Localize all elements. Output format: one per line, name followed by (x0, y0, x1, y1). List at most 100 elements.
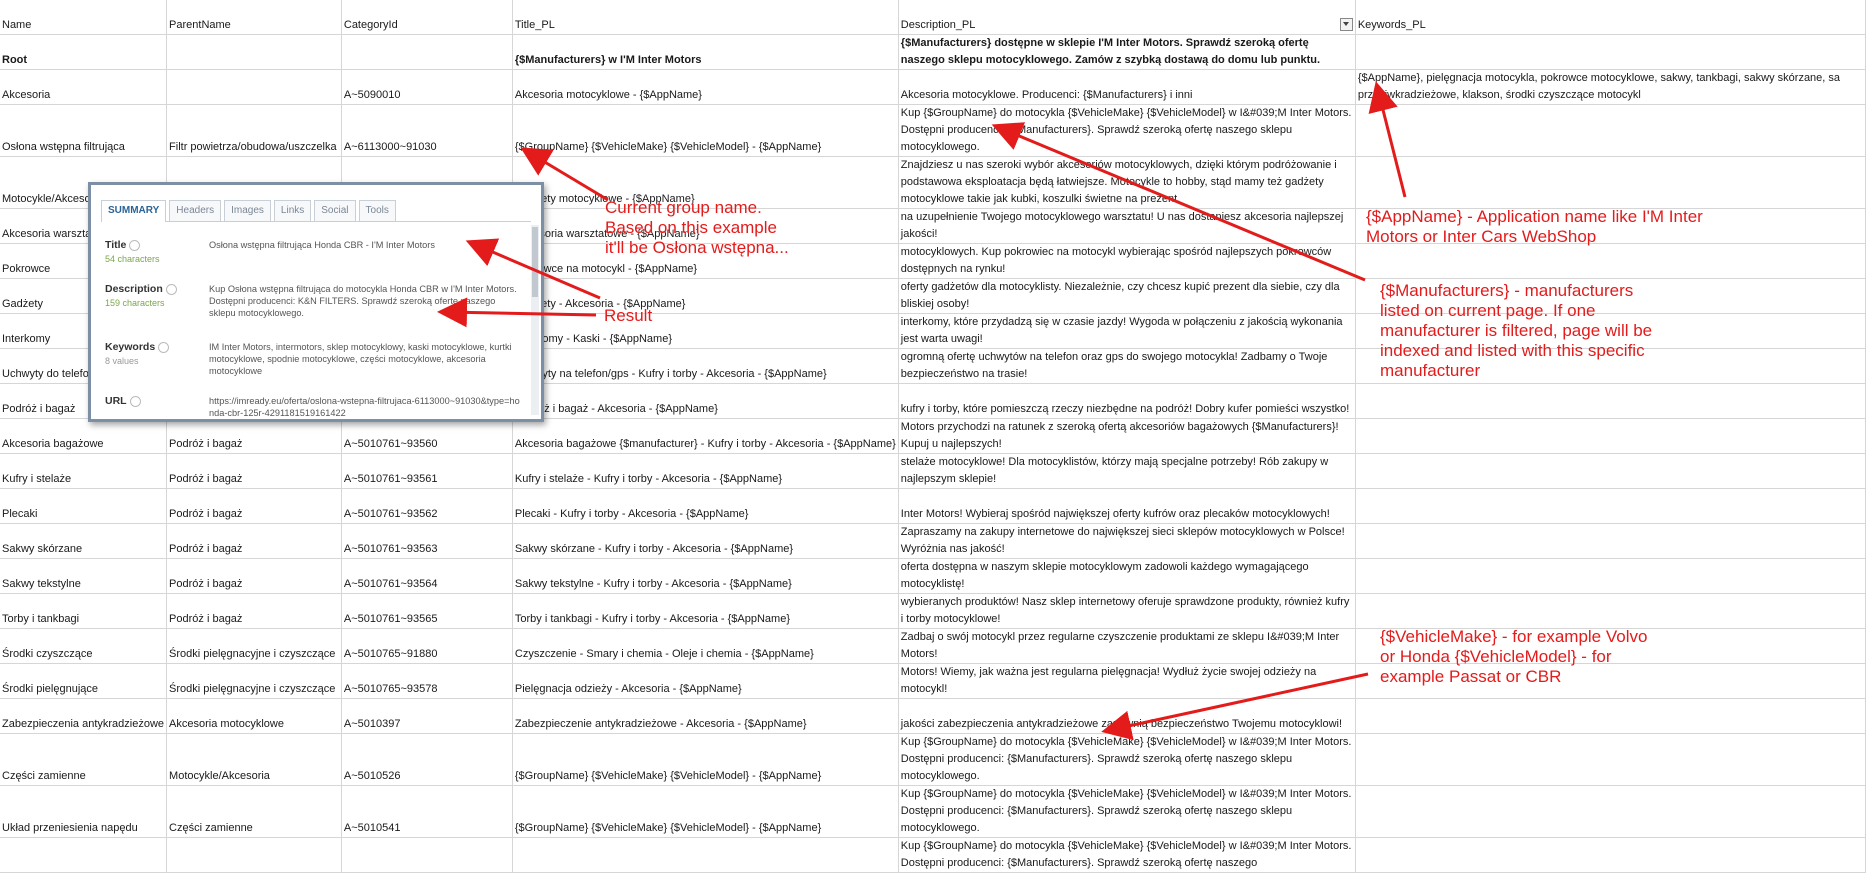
cell-parent[interactable]: Części zamienne (166, 785, 342, 838)
cell-name[interactable]: Akcesoria bagażowe (0, 418, 168, 454)
tab-tools[interactable]: Tools (358, 200, 396, 221)
cell-kw[interactable] (1355, 523, 1866, 559)
cell-desc[interactable]: Motors! Wiemy, jak ważna jest regularna … (898, 663, 1356, 699)
cell-cat[interactable]: A~5010397 (341, 698, 513, 734)
cell-cat[interactable]: A~5010761~93564 (341, 558, 513, 594)
cell-name[interactable]: Układ przeniesienia napędu (0, 785, 168, 838)
cell-desc[interactable]: ogromną ofertę uchwytów na telefon oraz … (898, 348, 1356, 384)
cell-kw[interactable] (1355, 733, 1866, 786)
cell-title[interactable]: Akcesoria bagażowe {$manufacturer} - Kuf… (512, 418, 899, 454)
cell-cat[interactable]: A~5010765~93578 (341, 663, 513, 699)
cell-title[interactable]: Akcesoria motocyklowe - {$AppName} (512, 69, 899, 105)
cell-title[interactable]: Zabezpieczenie antykradzieżowe - Akcesor… (512, 698, 899, 734)
col-header-title[interactable]: Title_PL (512, 0, 899, 35)
cell-kw[interactable]: {$AppName}, pielęgnacja motocykla, pokro… (1355, 69, 1866, 105)
cell-desc[interactable]: jakości zabezpieczenia antykradzieżowe z… (898, 698, 1356, 734)
cell-parent[interactable]: Podróż i bagaż (166, 453, 342, 489)
cell-name[interactable]: Root (0, 34, 168, 70)
cell-desc[interactable]: Akcesoria motocyklowe. Producenci: {$Man… (898, 69, 1356, 105)
cell-name[interactable]: Sakwy tekstylne (0, 558, 168, 594)
cell-parent[interactable]: Podróż i bagaż (166, 418, 342, 454)
tab-images[interactable]: Images (224, 200, 271, 221)
cell-parent[interactable] (166, 837, 342, 873)
cell-name[interactable]: Plecaki (0, 488, 168, 524)
cell-cat[interactable]: A~5010761~93563 (341, 523, 513, 559)
col-header-name[interactable]: Name (0, 0, 168, 35)
cell-name[interactable]: Sakwy skórzane (0, 523, 168, 559)
cell-desc[interactable]: Kup {$GroupName} do motocykla {$VehicleM… (898, 837, 1356, 873)
cell-desc[interactable]: Zadbaj o swój motocykl przez regularne c… (898, 628, 1356, 664)
tab-links[interactable]: Links (273, 200, 312, 221)
cell-name[interactable]: Torby i tankbagi (0, 593, 168, 629)
cell-parent[interactable] (166, 69, 342, 105)
cell-cat[interactable]: A~5010541 (341, 785, 513, 838)
scrollbar-thumb[interactable] (532, 227, 538, 297)
cell-kw[interactable] (1355, 785, 1866, 838)
cell-desc[interactable]: Zapraszamy na zakupy internetowe do najw… (898, 523, 1356, 559)
tab-summary[interactable]: SUMMARY (101, 200, 167, 222)
cell-title[interactable]: Sakwy tekstylne - Kufry i torby - Akceso… (512, 558, 899, 594)
tab-headers[interactable]: Headers (169, 200, 222, 221)
cell-kw[interactable] (1355, 418, 1866, 454)
cell-parent[interactable] (166, 34, 342, 70)
cell-desc[interactable]: Kup {$GroupName} do motocykla {$VehicleM… (898, 104, 1356, 157)
cell-cat[interactable]: A~6113000~91030 (341, 104, 513, 157)
cell-parent[interactable]: Środki pielęgnacyjne i czyszczące (166, 663, 342, 699)
cell-parent[interactable]: Podróż i bagaż (166, 523, 342, 559)
cell-title[interactable]: Kufry i stelaże - Kufry i torby - Akceso… (512, 453, 899, 489)
cell-parent[interactable]: Podróż i bagaż (166, 593, 342, 629)
cell-desc[interactable]: na uzupełnienie Twojego motocyklowego wa… (898, 208, 1356, 244)
cell-name[interactable]: Akcesoria (0, 69, 168, 105)
cell-name[interactable]: Środki pielęgnujące (0, 663, 168, 699)
col-header-categoryid[interactable]: CategoryId (341, 0, 513, 35)
cell-desc[interactable]: wybieranych produktów! Nasz sklep intern… (898, 593, 1356, 629)
cell-kw[interactable] (1355, 383, 1866, 419)
tab-social[interactable]: Social (314, 200, 356, 221)
cell-cat[interactable]: A~5010761~93565 (341, 593, 513, 629)
help-icon[interactable] (129, 239, 141, 251)
cell-kw[interactable] (1355, 558, 1866, 594)
cell-parent[interactable]: Filtr powietrza/obudowa/uszczelka (166, 104, 342, 157)
cell-desc[interactable]: Motors przychodzi na ratunek z szeroką o… (898, 418, 1356, 454)
cell-kw[interactable] (1355, 104, 1866, 157)
cell-title[interactable]: Interkomy - Kaski - {$AppName} (512, 313, 899, 349)
cell-title[interactable]: {$GroupName} {$VehicleMake} {$VehicleMod… (512, 733, 899, 786)
cell-title[interactable]: Czyszczenie - Smary i chemia - Oleje i c… (512, 628, 899, 664)
cell-title[interactable]: Torby i tankbagi - Kufry i torby - Akces… (512, 593, 899, 629)
cell-kw[interactable] (1355, 698, 1866, 734)
help-icon[interactable] (129, 395, 141, 407)
cell-title[interactable]: Plecaki - Kufry i torby - Akcesoria - {$… (512, 488, 899, 524)
cell-cat[interactable] (341, 837, 513, 873)
cell-desc[interactable]: oferty gadżetów dla motocyklisty. Niezal… (898, 278, 1356, 314)
cell-title[interactable]: Pielęgnacja odzieży - Akcesoria - {$AppN… (512, 663, 899, 699)
cell-title[interactable]: {$GroupName} {$VehicleMake} {$VehicleMod… (512, 785, 899, 838)
cell-title[interactable]: Podróż i bagaż - Akcesoria - {$AppName} (512, 383, 899, 419)
cell-title[interactable]: Uchwyty na telefon/gps - Kufry i torby -… (512, 348, 899, 384)
cell-desc[interactable]: interkomy, które przydadzą się w czasie … (898, 313, 1356, 349)
cell-parent[interactable]: Motocykle/Akcesoria (166, 733, 342, 786)
col-header-keywords[interactable]: Keywords_PL (1355, 0, 1866, 35)
cell-cat[interactable] (341, 34, 513, 70)
cell-title[interactable]: Gadżety - Akcesoria - {$AppName} (512, 278, 899, 314)
col-header-description[interactable]: Description_PL (898, 0, 1356, 35)
cell-parent[interactable]: Środki pielęgnacyjne i czyszczące (166, 628, 342, 664)
cell-kw[interactable] (1355, 488, 1866, 524)
cell-kw[interactable] (1355, 453, 1866, 489)
cell-name[interactable]: Środki czyszczące (0, 628, 168, 664)
cell-name[interactable] (0, 837, 168, 873)
cell-desc[interactable]: Kup {$GroupName} do motocykla {$VehicleM… (898, 733, 1356, 786)
popup-scrollbar[interactable] (531, 225, 539, 415)
cell-title[interactable]: {$GroupName} {$VehicleMake} {$VehicleMod… (512, 104, 899, 157)
cell-cat[interactable]: A~5090010 (341, 69, 513, 105)
cell-title[interactable] (512, 837, 899, 873)
cell-parent[interactable]: Podróż i bagaż (166, 488, 342, 524)
cell-desc[interactable]: motocyklowych. Kup pokrowiec na motocykl… (898, 243, 1356, 279)
cell-desc[interactable]: kufry i torby, które pomieszczą rzeczy n… (898, 383, 1356, 419)
cell-title[interactable]: Sakwy skórzane - Kufry i torby - Akcesor… (512, 523, 899, 559)
cell-kw[interactable] (1355, 243, 1866, 279)
cell-kw[interactable] (1355, 837, 1866, 873)
cell-kw[interactable] (1355, 593, 1866, 629)
help-icon[interactable] (165, 283, 177, 295)
cell-cat[interactable]: A~5010761~93561 (341, 453, 513, 489)
cell-cat[interactable]: A~5010526 (341, 733, 513, 786)
